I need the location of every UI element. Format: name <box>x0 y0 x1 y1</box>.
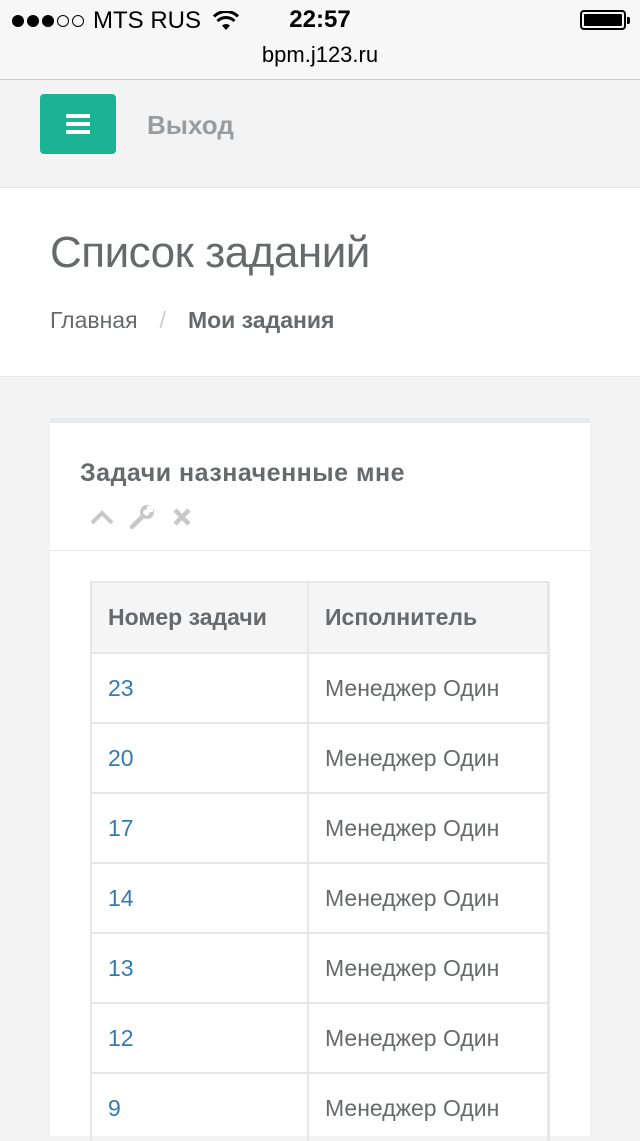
assignee-cell: Менеджер Один <box>307 722 548 794</box>
task-number-link[interactable]: 14 <box>92 862 309 934</box>
table-row: 12 Менеджер Один <box>92 1002 548 1074</box>
task-number-link[interactable]: 20 <box>92 722 309 794</box>
top-navbar: Выход <box>0 80 640 188</box>
assignee-cell: Менеджер Один <box>307 792 548 864</box>
assignee-cell: Менеджер Один <box>307 1002 548 1074</box>
breadcrumb-separator: / <box>159 307 166 333</box>
panel-header: Задачи назначенные мне <box>50 423 590 551</box>
tasks-table: Номер задачи Исполнитель 23 Менеджер Оди… <box>92 583 548 1141</box>
chevron-up-icon[interactable] <box>88 503 116 531</box>
breadcrumb: Главная / Мои задания <box>50 307 334 334</box>
assignee-cell: Менеджер Один <box>307 932 548 1004</box>
menu-toggle-button[interactable] <box>40 94 116 154</box>
assignee-cell: Менеджер Один <box>307 652 548 724</box>
assignee-cell: Менеджер Один <box>307 862 548 934</box>
table-row: 9 Менеджер Один <box>92 1072 548 1141</box>
task-number-link[interactable]: 12 <box>92 1002 309 1074</box>
address-bar-url[interactable]: bpm.j123.ru <box>0 42 640 68</box>
breadcrumb-home-link[interactable]: Главная <box>50 307 138 334</box>
close-icon[interactable] <box>168 503 196 531</box>
logout-link[interactable]: Выход <box>147 110 234 141</box>
task-number-link[interactable]: 17 <box>92 792 309 864</box>
battery-icon <box>580 10 630 30</box>
wrench-icon[interactable] <box>128 503 156 531</box>
table-row: 23 Менеджер Один <box>92 652 548 724</box>
table-row: 14 Менеджер Один <box>92 862 548 934</box>
task-number-link[interactable]: 9 <box>92 1072 309 1141</box>
hamburger-icon <box>66 110 90 138</box>
clock: 22:57 <box>289 6 351 33</box>
status-bar: MTS RUS 22:57 bpm.j123.ru <box>0 0 640 80</box>
column-header-task-number[interactable]: Номер задачи <box>92 583 309 654</box>
column-header-assignee[interactable]: Исполнитель <box>307 583 548 654</box>
table-row: 17 Менеджер Один <box>92 792 548 864</box>
breadcrumb-current: Мои задания <box>187 307 335 333</box>
tasks-table-container[interactable]: Номер задачи Исполнитель 23 Менеджер Оди… <box>90 581 550 1141</box>
panel-title: Задачи назначенные мне <box>80 459 405 487</box>
tasks-panel: Задачи назначенные мне Номер задачи Испо… <box>50 418 590 1141</box>
assignee-cell: Менеджер Один <box>307 1072 548 1141</box>
panel-tools <box>88 503 208 531</box>
page-title: Список заданий <box>50 228 370 277</box>
task-number-link[interactable]: 13 <box>92 932 309 1004</box>
task-number-link[interactable]: 23 <box>92 652 309 724</box>
page-heading: Список заданий Главная / Мои задания <box>0 188 640 377</box>
table-header-row: Номер задачи Исполнитель <box>92 583 548 654</box>
table-row: 13 Менеджер Один <box>92 932 548 1004</box>
table-row: 20 Менеджер Один <box>92 722 548 794</box>
